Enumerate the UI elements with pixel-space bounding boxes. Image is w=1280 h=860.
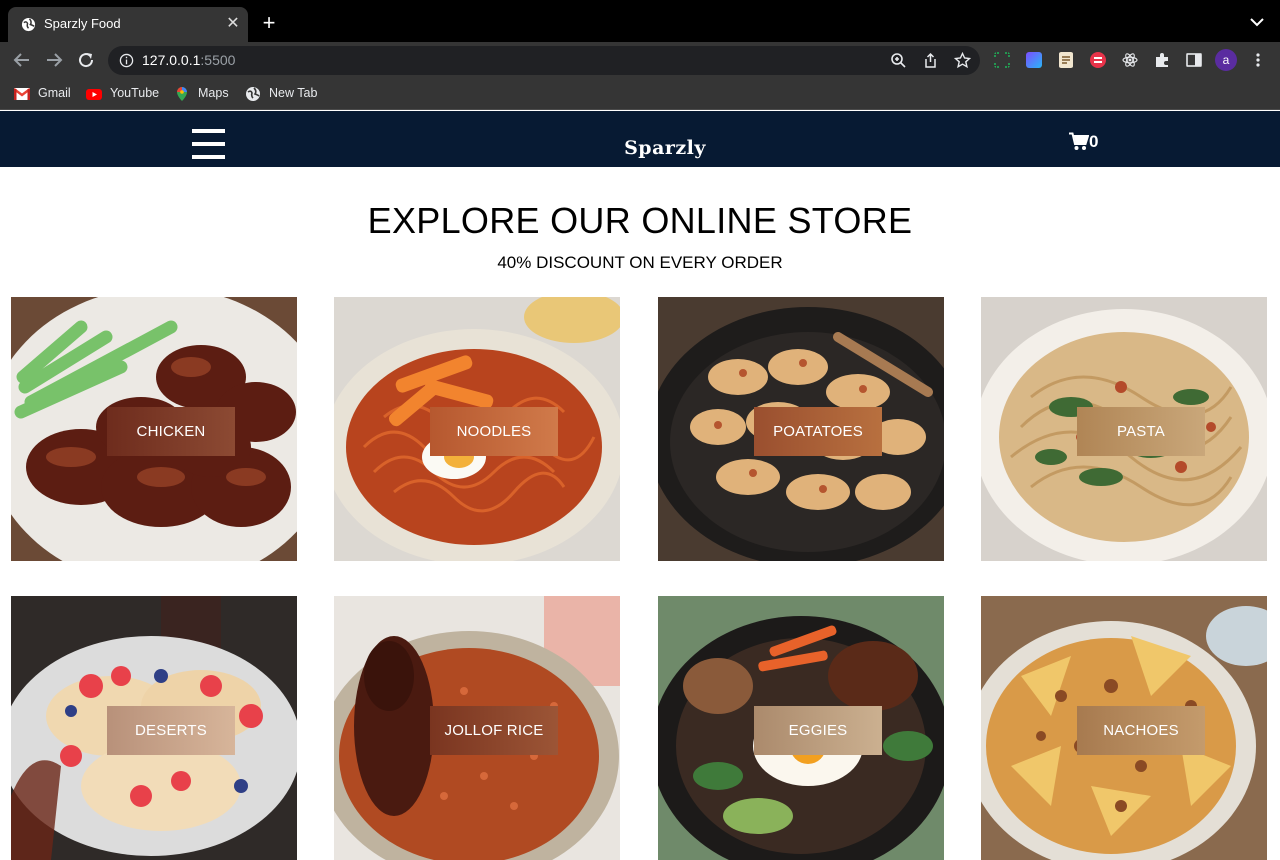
notes-extension-icon[interactable]: [1058, 52, 1074, 68]
screenshot-extension-icon[interactable]: [994, 52, 1010, 68]
tab-search-chevron-icon[interactable]: [1248, 15, 1266, 29]
gmail-icon: [14, 88, 30, 100]
product-card-pasta[interactable]: PASTA: [981, 297, 1267, 561]
category-button-eggies[interactable]: EGGIES: [754, 706, 882, 755]
product-card-eggies[interactable]: EGGIES: [658, 596, 944, 860]
category-button-chicken[interactable]: CHICKEN: [107, 407, 235, 456]
browser-toolbar: 127.0.0.1:5500 a: [0, 42, 1280, 78]
zoom-icon[interactable]: [890, 52, 907, 69]
address-bar[interactable]: 127.0.0.1:5500: [108, 46, 980, 75]
product-card-deserts[interactable]: DESERTS: [11, 596, 297, 860]
new-tab-button[interactable]: +: [259, 12, 279, 34]
product-card-chicken[interactable]: CHICKEN: [11, 297, 297, 561]
tab-title: Sparzly Food: [44, 16, 121, 31]
bookmark-label: YouTube: [110, 86, 160, 100]
url-port: :5500: [200, 52, 236, 68]
profile-avatar[interactable]: a: [1215, 49, 1237, 71]
forward-arrow-icon[interactable]: [44, 50, 64, 70]
site-logo[interactable]: Sparzly: [610, 137, 720, 159]
globe-icon: [246, 87, 260, 101]
category-button-pasta[interactable]: PASTA: [1077, 407, 1205, 456]
share-icon[interactable]: [922, 52, 939, 69]
maps-icon: [177, 87, 187, 101]
gradient-extension-icon[interactable]: [1026, 52, 1042, 68]
youtube-icon: [86, 89, 102, 100]
category-button-poatatoes[interactable]: POATATOES: [754, 407, 882, 456]
tab-close-icon[interactable]: ✕: [224, 15, 242, 33]
url-host: 127.0.0.1: [142, 52, 201, 68]
url-text: 127.0.0.1:5500: [142, 52, 235, 68]
browser-tab[interactable]: Sparzly Food ✕: [8, 7, 248, 42]
category-button-jollof-rice[interactable]: JOLLOF RICE: [430, 706, 558, 755]
more-menu-icon[interactable]: [1251, 52, 1265, 68]
back-arrow-icon[interactable]: [12, 50, 32, 70]
hamburger-menu-icon[interactable]: [192, 129, 225, 161]
globe-icon: [21, 17, 36, 32]
hero-title: EXPLORE OUR ONLINE STORE: [367, 200, 913, 241]
react-devtools-icon[interactable]: [1122, 52, 1138, 68]
product-card-poatatoes[interactable]: POATATOES: [658, 297, 944, 561]
category-button-noodles[interactable]: NOODLES: [430, 407, 558, 456]
product-card-nachoes[interactable]: NACHOES: [981, 596, 1267, 860]
category-button-deserts[interactable]: DESERTS: [107, 706, 235, 755]
cart-count: 0: [1089, 132, 1099, 151]
bookmark-label: New Tab: [269, 86, 318, 100]
browser-tab-strip: Sparzly Food ✕ +: [0, 0, 1280, 42]
site-navbar: Sparzly 0: [0, 111, 1280, 167]
bookmark-label: Maps: [198, 86, 229, 100]
reload-icon[interactable]: [76, 50, 96, 70]
bookmarks-bar: Gmail YouTube Maps New Tab: [0, 78, 1280, 110]
cart-icon: [1069, 132, 1089, 150]
product-card-noodles[interactable]: NOODLES: [334, 297, 620, 561]
bookmark-label: Gmail: [38, 86, 71, 100]
red-extension-icon[interactable]: [1090, 52, 1106, 68]
hero-subtitle: 40% DISCOUNT ON EVERY ORDER: [497, 253, 783, 272]
cart-button[interactable]: 0: [1069, 131, 1105, 153]
side-panel-icon[interactable]: [1186, 52, 1202, 68]
category-button-nachoes[interactable]: NACHOES: [1077, 706, 1205, 755]
site-info-icon[interactable]: [119, 53, 134, 68]
product-card-jollof-rice[interactable]: JOLLOF RICE: [334, 596, 620, 860]
extensions-puzzle-icon[interactable]: [1154, 52, 1170, 68]
bookmark-star-icon[interactable]: [954, 52, 971, 69]
